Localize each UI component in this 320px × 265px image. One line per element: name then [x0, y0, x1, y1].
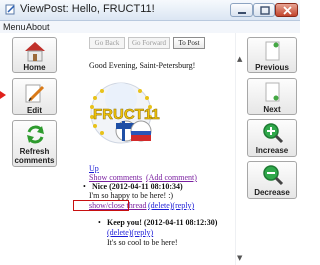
- fruct-logo-image: FRUCT11: [81, 73, 199, 151]
- refresh-label-line1: Refresh: [19, 147, 50, 156]
- menu-item-about[interactable]: About: [26, 21, 50, 33]
- pencil-icon: [25, 84, 45, 103]
- zoom-out-icon: [263, 165, 284, 186]
- red-pointer-arrow: [0, 91, 6, 99]
- menu-bar: Menu About: [0, 21, 300, 33]
- decrease-button[interactable]: Decrease: [247, 161, 297, 199]
- comment-2-title: Keep you! (2012-04-11 08:12:30): [107, 218, 218, 227]
- close-button[interactable]: [275, 3, 298, 17]
- previous-page-icon: [265, 41, 280, 61]
- comment-2-body: It's so cool to be here!: [107, 238, 178, 247]
- thread-highlight-box: [73, 200, 129, 211]
- title-bar: ViewPost: Hello, FRUCT11!: [0, 0, 300, 21]
- decrease-label: Decrease: [254, 188, 290, 197]
- refresh-comments-button[interactable]: Refresh comments: [12, 120, 57, 167]
- refresh-icon: [27, 125, 44, 144]
- content-scrollbar[interactable]: ▲ ▼: [235, 33, 244, 265]
- increase-label: Increase: [255, 146, 289, 155]
- previous-label: Previous: [255, 63, 289, 72]
- up-link[interactable]: Up: [89, 164, 99, 173]
- show-comments-link[interactable]: Show comments: [89, 173, 142, 182]
- right-toolbar: Previous Next Increase Decrease: [244, 33, 300, 265]
- edit-button[interactable]: Edit: [12, 78, 57, 115]
- minimize-icon: [238, 12, 246, 14]
- add-comment-link[interactable]: (Add comment): [146, 173, 197, 182]
- scroll-up-icon[interactable]: ▲: [237, 55, 242, 63]
- zoom-in-icon: [263, 123, 284, 144]
- comment-1-title: Nice (2012-04-11 08:10:34): [92, 182, 183, 191]
- comment-1-actions-link[interactable]: (delete)(reply): [148, 201, 194, 210]
- edit-label: Edit: [26, 106, 43, 115]
- app-icon: [5, 4, 15, 15]
- post-view: Go Back Go Forward To Post Good Evening,…: [67, 33, 235, 265]
- window-title: ViewPost: Hello, FRUCT11!: [20, 3, 155, 15]
- home-icon: [25, 42, 45, 62]
- maximize-icon: [260, 6, 270, 15]
- increase-button[interactable]: Increase: [247, 119, 297, 157]
- comment-bullet: •: [98, 218, 101, 227]
- left-toolbar: Home Edit Refresh comments: [0, 33, 66, 265]
- close-icon: [283, 6, 292, 15]
- comment-bullet: •: [83, 182, 86, 191]
- scroll-down-icon[interactable]: ▼: [237, 254, 242, 262]
- go-forward-button[interactable]: Go Forward: [128, 37, 170, 49]
- to-post-button[interactable]: To Post: [173, 37, 205, 49]
- logo-text: FRUCT11: [93, 106, 160, 123]
- comment-2-actions-link[interactable]: (delete)(reply): [107, 228, 153, 237]
- post-greeting: Good Evening, Saint-Petersburg!: [89, 61, 196, 70]
- next-page-icon: [265, 82, 280, 102]
- previous-button[interactable]: Previous: [247, 37, 297, 73]
- minimize-button[interactable]: [230, 3, 253, 17]
- menu-item-menu[interactable]: Menu: [3, 21, 26, 33]
- refresh-label-line2: comments: [14, 156, 55, 165]
- next-label: Next: [263, 105, 281, 114]
- home-label: Home: [23, 63, 46, 72]
- go-back-button[interactable]: Go Back: [89, 37, 125, 49]
- comment-1-body: I'm so happy to be here! :): [89, 191, 174, 200]
- home-button[interactable]: Home: [12, 37, 57, 73]
- maximize-button[interactable]: [253, 3, 275, 17]
- next-button[interactable]: Next: [247, 78, 297, 115]
